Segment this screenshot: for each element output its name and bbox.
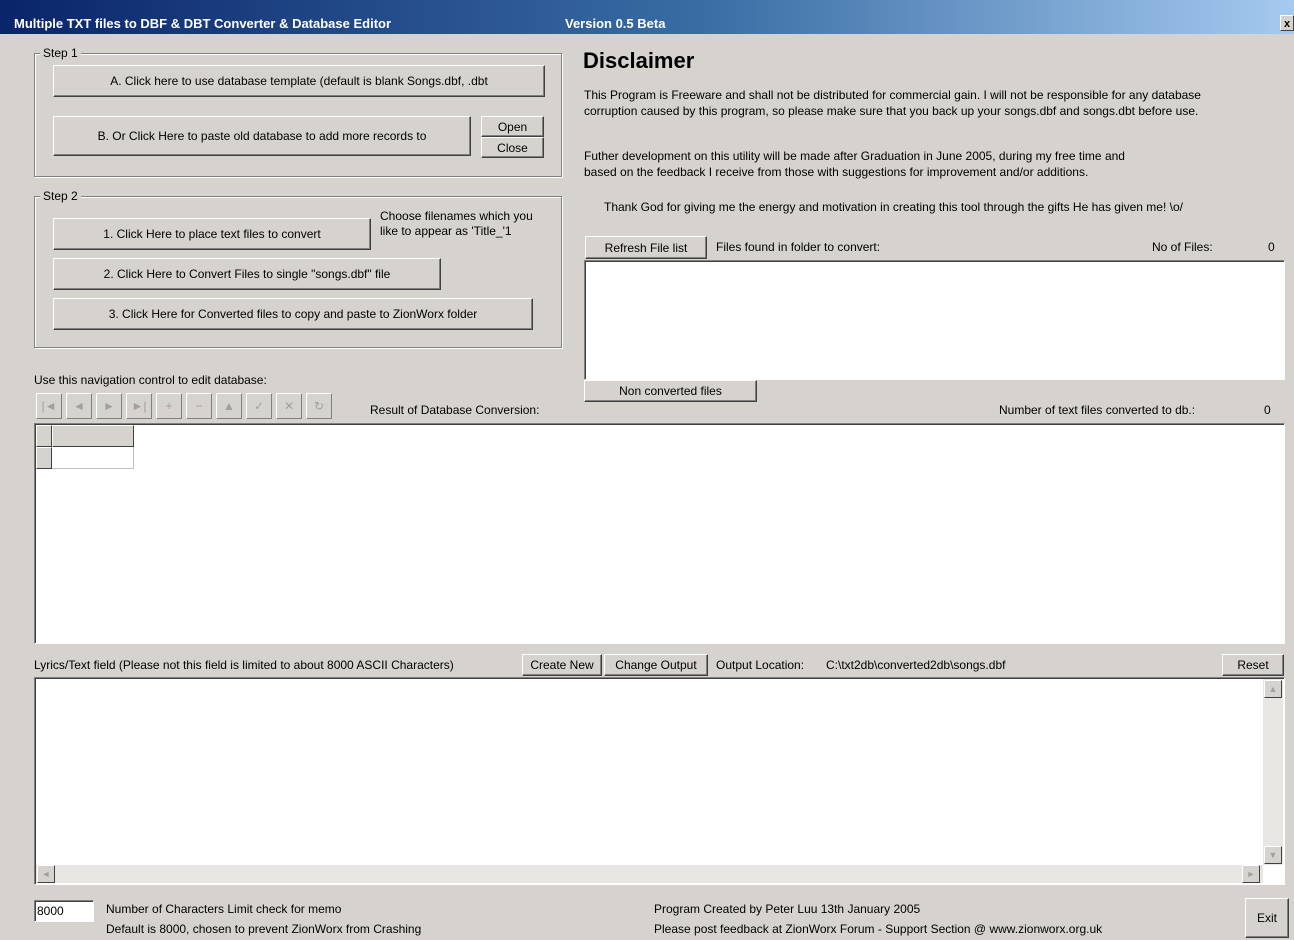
window-version: Version 0.5 Beta <box>565 16 666 31</box>
open-button[interactable]: Open <box>481 116 544 137</box>
convert-files-button[interactable]: 2. Click Here to Convert Files to single… <box>53 258 441 290</box>
filename-hint-line2: like to appear as 'Title_'1 <box>380 224 512 238</box>
close-button[interactable]: Close <box>481 137 544 158</box>
vertical-scrollbar[interactable] <box>1263 679 1283 865</box>
nav-edit-icon[interactable]: ▲ <box>216 393 242 419</box>
lyrics-textarea[interactable]: ▲ ▼ ◄ ► <box>34 677 1285 885</box>
converted-count-label: Number of text files converted to db.: <box>999 403 1196 417</box>
nav-cancel-icon[interactable]: ✕ <box>276 393 302 419</box>
filename-hint-line1: Choose filenames which you <box>380 209 533 223</box>
output-location-path: C:\txt2db\converted2db\songs.dbf <box>826 658 1006 672</box>
char-limit-line1: Number of Characters Limit check for mem… <box>106 902 342 916</box>
output-location-label: Output Location: <box>716 658 805 672</box>
non-converted-files-button[interactable]: Non converted files <box>584 380 757 402</box>
horizontal-scrollbar[interactable] <box>36 865 1263 883</box>
copy-converted-files-button[interactable]: 3. Click Here for Converted files to cop… <box>53 298 533 330</box>
grid-cell[interactable] <box>52 447 134 469</box>
nav-last-icon[interactable]: ►| <box>126 393 152 419</box>
converted-count-value: 0 <box>1264 403 1271 417</box>
paste-old-database-button[interactable]: B. Or Click Here to paste old database t… <box>53 116 471 156</box>
change-output-button[interactable]: Change Output <box>604 654 708 676</box>
use-template-button[interactable]: A. Click here to use database template (… <box>53 65 545 97</box>
close-window-button[interactable]: x <box>1280 15 1294 31</box>
lyrics-label: Lyrics/Text field (Please not this field… <box>34 658 454 672</box>
step1-label: Step 1 <box>40 46 81 60</box>
scroll-down-icon[interactable]: ▼ <box>1264 846 1282 864</box>
grid-column-header[interactable] <box>52 425 134 447</box>
file-count-value: 0 <box>1268 240 1275 254</box>
scroll-up-icon[interactable]: ▲ <box>1264 680 1282 698</box>
nav-label: Use this navigation control to edit data… <box>34 373 267 387</box>
scroll-left-icon[interactable]: ◄ <box>37 865 55 883</box>
place-text-files-button[interactable]: 1. Click Here to place text files to con… <box>53 218 371 250</box>
step2-label: Step 2 <box>40 189 81 203</box>
nav-next-icon[interactable]: ► <box>96 393 122 419</box>
result-label: Result of Database Conversion: <box>370 403 540 417</box>
disclaimer-p1-line1: This Program is Freeware and shall not b… <box>584 88 1201 102</box>
disclaimer-thanks: Thank God for giving me the energy and m… <box>604 200 1183 214</box>
nav-first-icon[interactable]: |◄ <box>36 393 62 419</box>
scroll-right-icon[interactable]: ► <box>1242 865 1260 883</box>
refresh-file-list-button[interactable]: Refresh File list <box>585 236 707 259</box>
window-title: Multiple TXT files to DBF & DBT Converte… <box>14 16 392 31</box>
disclaimer-p1-line2: corruption caused by this program, so pl… <box>584 104 1199 118</box>
grid-row-indicator[interactable] <box>36 447 52 469</box>
files-found-label: Files found in folder to convert: <box>716 240 881 254</box>
files-list[interactable] <box>584 260 1285 380</box>
file-count-label: No of Files: <box>1152 240 1213 254</box>
nav-prior-icon[interactable]: ◄ <box>66 393 92 419</box>
char-limit-line2: Default is 8000, chosen to prevent ZionW… <box>106 922 422 936</box>
database-grid[interactable] <box>34 423 1285 644</box>
nav-insert-icon[interactable]: + <box>156 393 182 419</box>
create-new-button[interactable]: Create New <box>522 654 602 676</box>
nav-refresh-icon[interactable]: ↻ <box>306 393 332 419</box>
char-limit-input[interactable]: 8000 <box>34 900 94 922</box>
grid-corner-cell <box>36 425 52 447</box>
exit-button[interactable]: Exit <box>1245 898 1289 938</box>
disclaimer-p2-line1: Futher development on this utility will … <box>584 149 1125 163</box>
disclaimer-p2-line2: based on the feedback I receive from tho… <box>584 165 1089 179</box>
nav-post-icon[interactable]: ✓ <box>246 393 272 419</box>
reset-button[interactable]: Reset <box>1222 654 1284 676</box>
credit-line1: Program Created by Peter Luu 13th Januar… <box>654 902 921 916</box>
credit-line2: Please post feedback at ZionWorx Forum -… <box>654 922 1103 936</box>
nav-delete-icon[interactable]: − <box>186 393 212 419</box>
title-bar: Multiple TXT files to DBF & DBT Converte… <box>0 0 1294 34</box>
disclaimer-heading: Disclaimer <box>583 48 695 73</box>
